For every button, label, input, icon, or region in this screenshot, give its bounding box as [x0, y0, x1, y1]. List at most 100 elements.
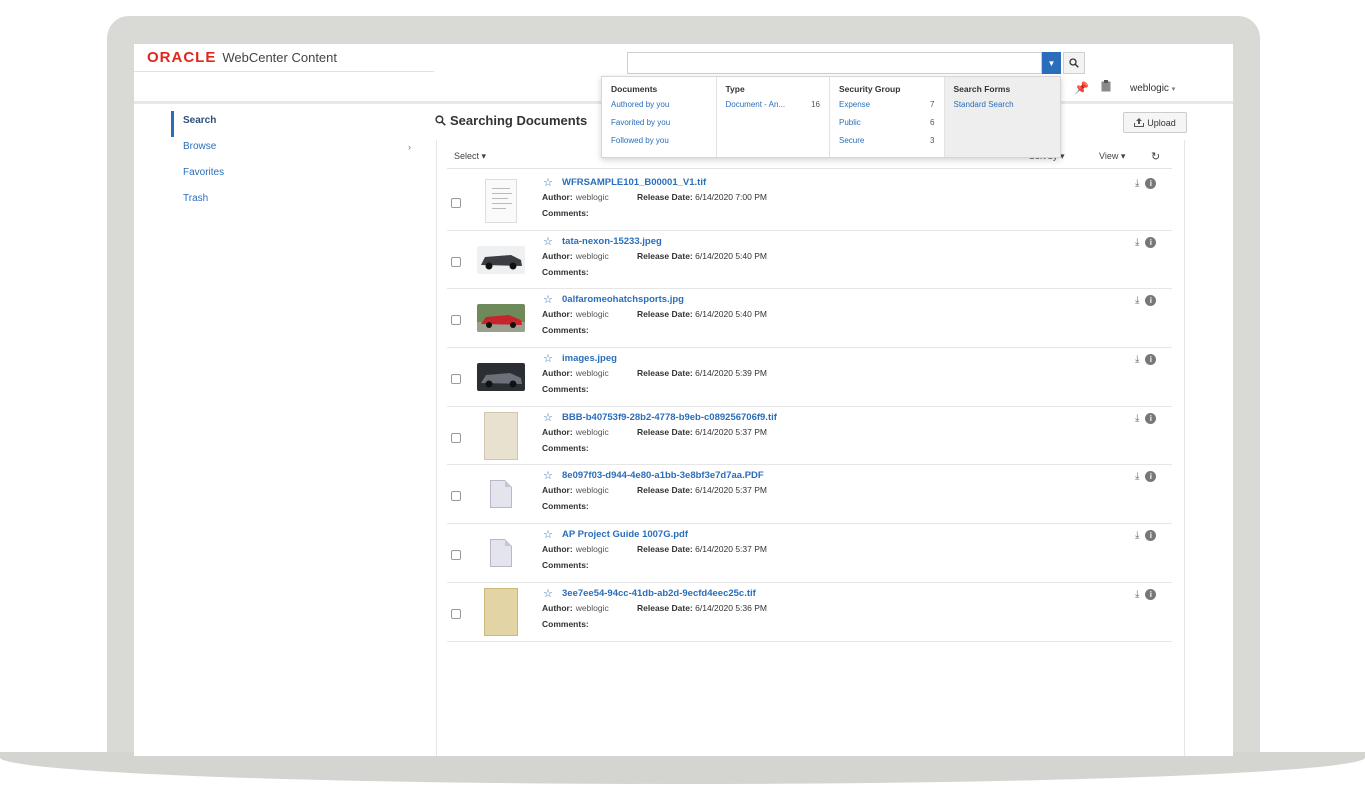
list-item: ☆ tata-nexon-15233.jpeg Author: weblogic …: [447, 231, 1172, 290]
document-thumbnail[interactable]: [477, 294, 525, 342]
info-icon[interactable]: i: [1145, 178, 1157, 189]
row-checkbox[interactable]: [451, 256, 461, 267]
author-label: Author:: [542, 192, 573, 202]
info-icon[interactable]: i: [1145, 588, 1157, 600]
star-icon[interactable]: ☆: [543, 352, 553, 365]
document-thumbnail[interactable]: [477, 529, 525, 577]
page-title-text: Searching Documents: [450, 113, 588, 128]
refresh-icon[interactable]: ↻: [1151, 150, 1160, 163]
dropdown-item[interactable]: Favorited by you: [611, 118, 707, 127]
document-link[interactable]: images.jpeg: [562, 353, 617, 364]
chevron-right-icon: ›: [408, 142, 411, 152]
download-icon[interactable]: ⤓: [1135, 354, 1139, 365]
release-value: 6/14/2020 5:40 PM: [695, 250, 767, 261]
chevron-down-icon: ▾: [1171, 86, 1176, 93]
star-icon[interactable]: ☆: [543, 469, 553, 482]
row-actions: ⤓ i: [1135, 354, 1157, 366]
sidebar-item-favorites[interactable]: Favorites: [171, 163, 416, 189]
user-name: weblogic: [1130, 83, 1169, 94]
sidebar-item-trash[interactable]: Trash: [171, 189, 416, 215]
brand: ORACLE WebCenter Content: [147, 49, 337, 66]
dropdown-item-label: Expense: [839, 100, 871, 109]
dropdown-item[interactable]: Secure 3: [839, 136, 935, 145]
search-input[interactable]: [627, 52, 1042, 74]
sidebar-item-browse[interactable]: Browse ›: [171, 137, 416, 163]
comments-field: Comments:: [542, 443, 589, 453]
row-checkbox[interactable]: [451, 374, 461, 385]
release-value: 6/14/2020 5:40 PM: [695, 309, 767, 320]
document-link[interactable]: BBB-b40753f9-28b2-4778-b9eb-c089256706f9…: [562, 412, 777, 423]
dropdown-item[interactable]: Authored by you: [611, 100, 707, 109]
download-icon[interactable]: ⤓: [1135, 178, 1139, 189]
clipboard-icon[interactable]: [1101, 80, 1111, 95]
release-label: Release Date:: [637, 250, 693, 261]
dropdown-item-label: Public: [839, 118, 861, 127]
download-icon[interactable]: ⤓: [1135, 413, 1139, 424]
download-icon[interactable]: ⤓: [1135, 295, 1139, 306]
sidebar-item-search[interactable]: Search: [171, 111, 416, 137]
comments-label: Comments:: [542, 442, 589, 453]
comments-label: Comments:: [542, 384, 589, 395]
star-icon[interactable]: ☆: [543, 411, 553, 424]
row-checkbox[interactable]: [451, 198, 461, 208]
star-icon[interactable]: ☆: [543, 587, 553, 600]
upload-button[interactable]: Upload: [1123, 112, 1187, 133]
list-item: ☆ images.jpeg Author: weblogic Release Da…: [447, 348, 1172, 407]
author-value: weblogic: [575, 485, 609, 496]
view-menu[interactable]: View ▾: [1099, 151, 1125, 162]
view-label: View: [1099, 151, 1119, 161]
dropdown-item[interactable]: Standard Search: [954, 100, 1051, 109]
row-checkbox[interactable]: [451, 550, 461, 561]
document-link[interactable]: 3ee7ee54-94cc-41db-ab2d-9ecfd4eec25c.tif: [562, 588, 756, 599]
info-icon[interactable]: i: [1145, 236, 1157, 248]
star-icon[interactable]: ☆: [543, 528, 553, 541]
dropdown-item[interactable]: Followed by you: [611, 136, 707, 145]
info-icon[interactable]: i: [1145, 354, 1157, 366]
document-thumbnail[interactable]: [477, 236, 525, 284]
author-value: weblogic: [575, 368, 609, 379]
info-icon[interactable]: i: [1145, 471, 1157, 483]
document-thumbnail[interactable]: [477, 587, 525, 636]
info-icon[interactable]: i: [1145, 412, 1157, 424]
row-checkbox[interactable]: [451, 432, 461, 443]
row-checkbox[interactable]: [451, 608, 461, 619]
star-icon[interactable]: ☆: [543, 176, 553, 189]
document-thumbnail[interactable]: [477, 353, 525, 401]
dropdown-item-label: Favorited by you: [611, 118, 671, 127]
download-icon[interactable]: ⤓: [1135, 589, 1139, 600]
laptop-base: [0, 752, 1365, 784]
info-icon[interactable]: i: [1145, 295, 1157, 307]
info-icon[interactable]: i: [1145, 530, 1157, 542]
document-link[interactable]: AP Project Guide 1007G.pdf: [562, 529, 688, 540]
comments-label: Comments:: [542, 266, 589, 277]
release-label: Release Date:: [637, 426, 693, 437]
comments-label: Comments:: [542, 560, 589, 571]
dropdown-item[interactable]: Expense 7: [839, 100, 935, 109]
user-menu[interactable]: weblogic ▾: [1130, 83, 1175, 94]
download-icon[interactable]: ⤓: [1135, 471, 1139, 482]
dropdown-item[interactable]: Public 6: [839, 118, 935, 127]
dropdown-item-label: Authored by you: [611, 100, 670, 109]
search-button[interactable]: [1063, 52, 1085, 74]
document-thumbnail[interactable]: [477, 411, 525, 460]
brand-divider: [134, 71, 434, 72]
document-link[interactable]: tata-nexon-15233.jpeg: [562, 236, 662, 247]
document-link[interactable]: 0alfaromeohatchsports.jpg: [562, 294, 684, 305]
document-thumbnail[interactable]: [477, 470, 525, 518]
row-checkbox[interactable]: [451, 315, 461, 326]
pin-icon[interactable]: 📌: [1074, 81, 1089, 95]
download-icon[interactable]: ⤓: [1135, 237, 1139, 248]
select-menu[interactable]: Select ▾: [454, 151, 486, 162]
row-actions: ⤓ i: [1135, 530, 1157, 542]
row-actions: ⤓ i: [1135, 178, 1157, 189]
search-options-button[interactable]: ▼: [1042, 52, 1061, 74]
sidebar-nav: Search Browse › Favorites Trash: [171, 111, 416, 215]
dropdown-item[interactable]: Document - An... 16: [726, 100, 821, 109]
row-checkbox[interactable]: [451, 491, 461, 502]
star-icon[interactable]: ☆: [543, 293, 553, 306]
document-link[interactable]: WFRSAMPLE101_B00001_V1.tif: [562, 177, 706, 188]
document-thumbnail[interactable]: [477, 177, 525, 225]
document-link[interactable]: 8e097f03-d944-4e80-a1bb-3e8bf3e7d7aa.PDF: [562, 470, 764, 481]
download-icon[interactable]: ⤓: [1135, 530, 1139, 541]
star-icon[interactable]: ☆: [543, 235, 553, 248]
